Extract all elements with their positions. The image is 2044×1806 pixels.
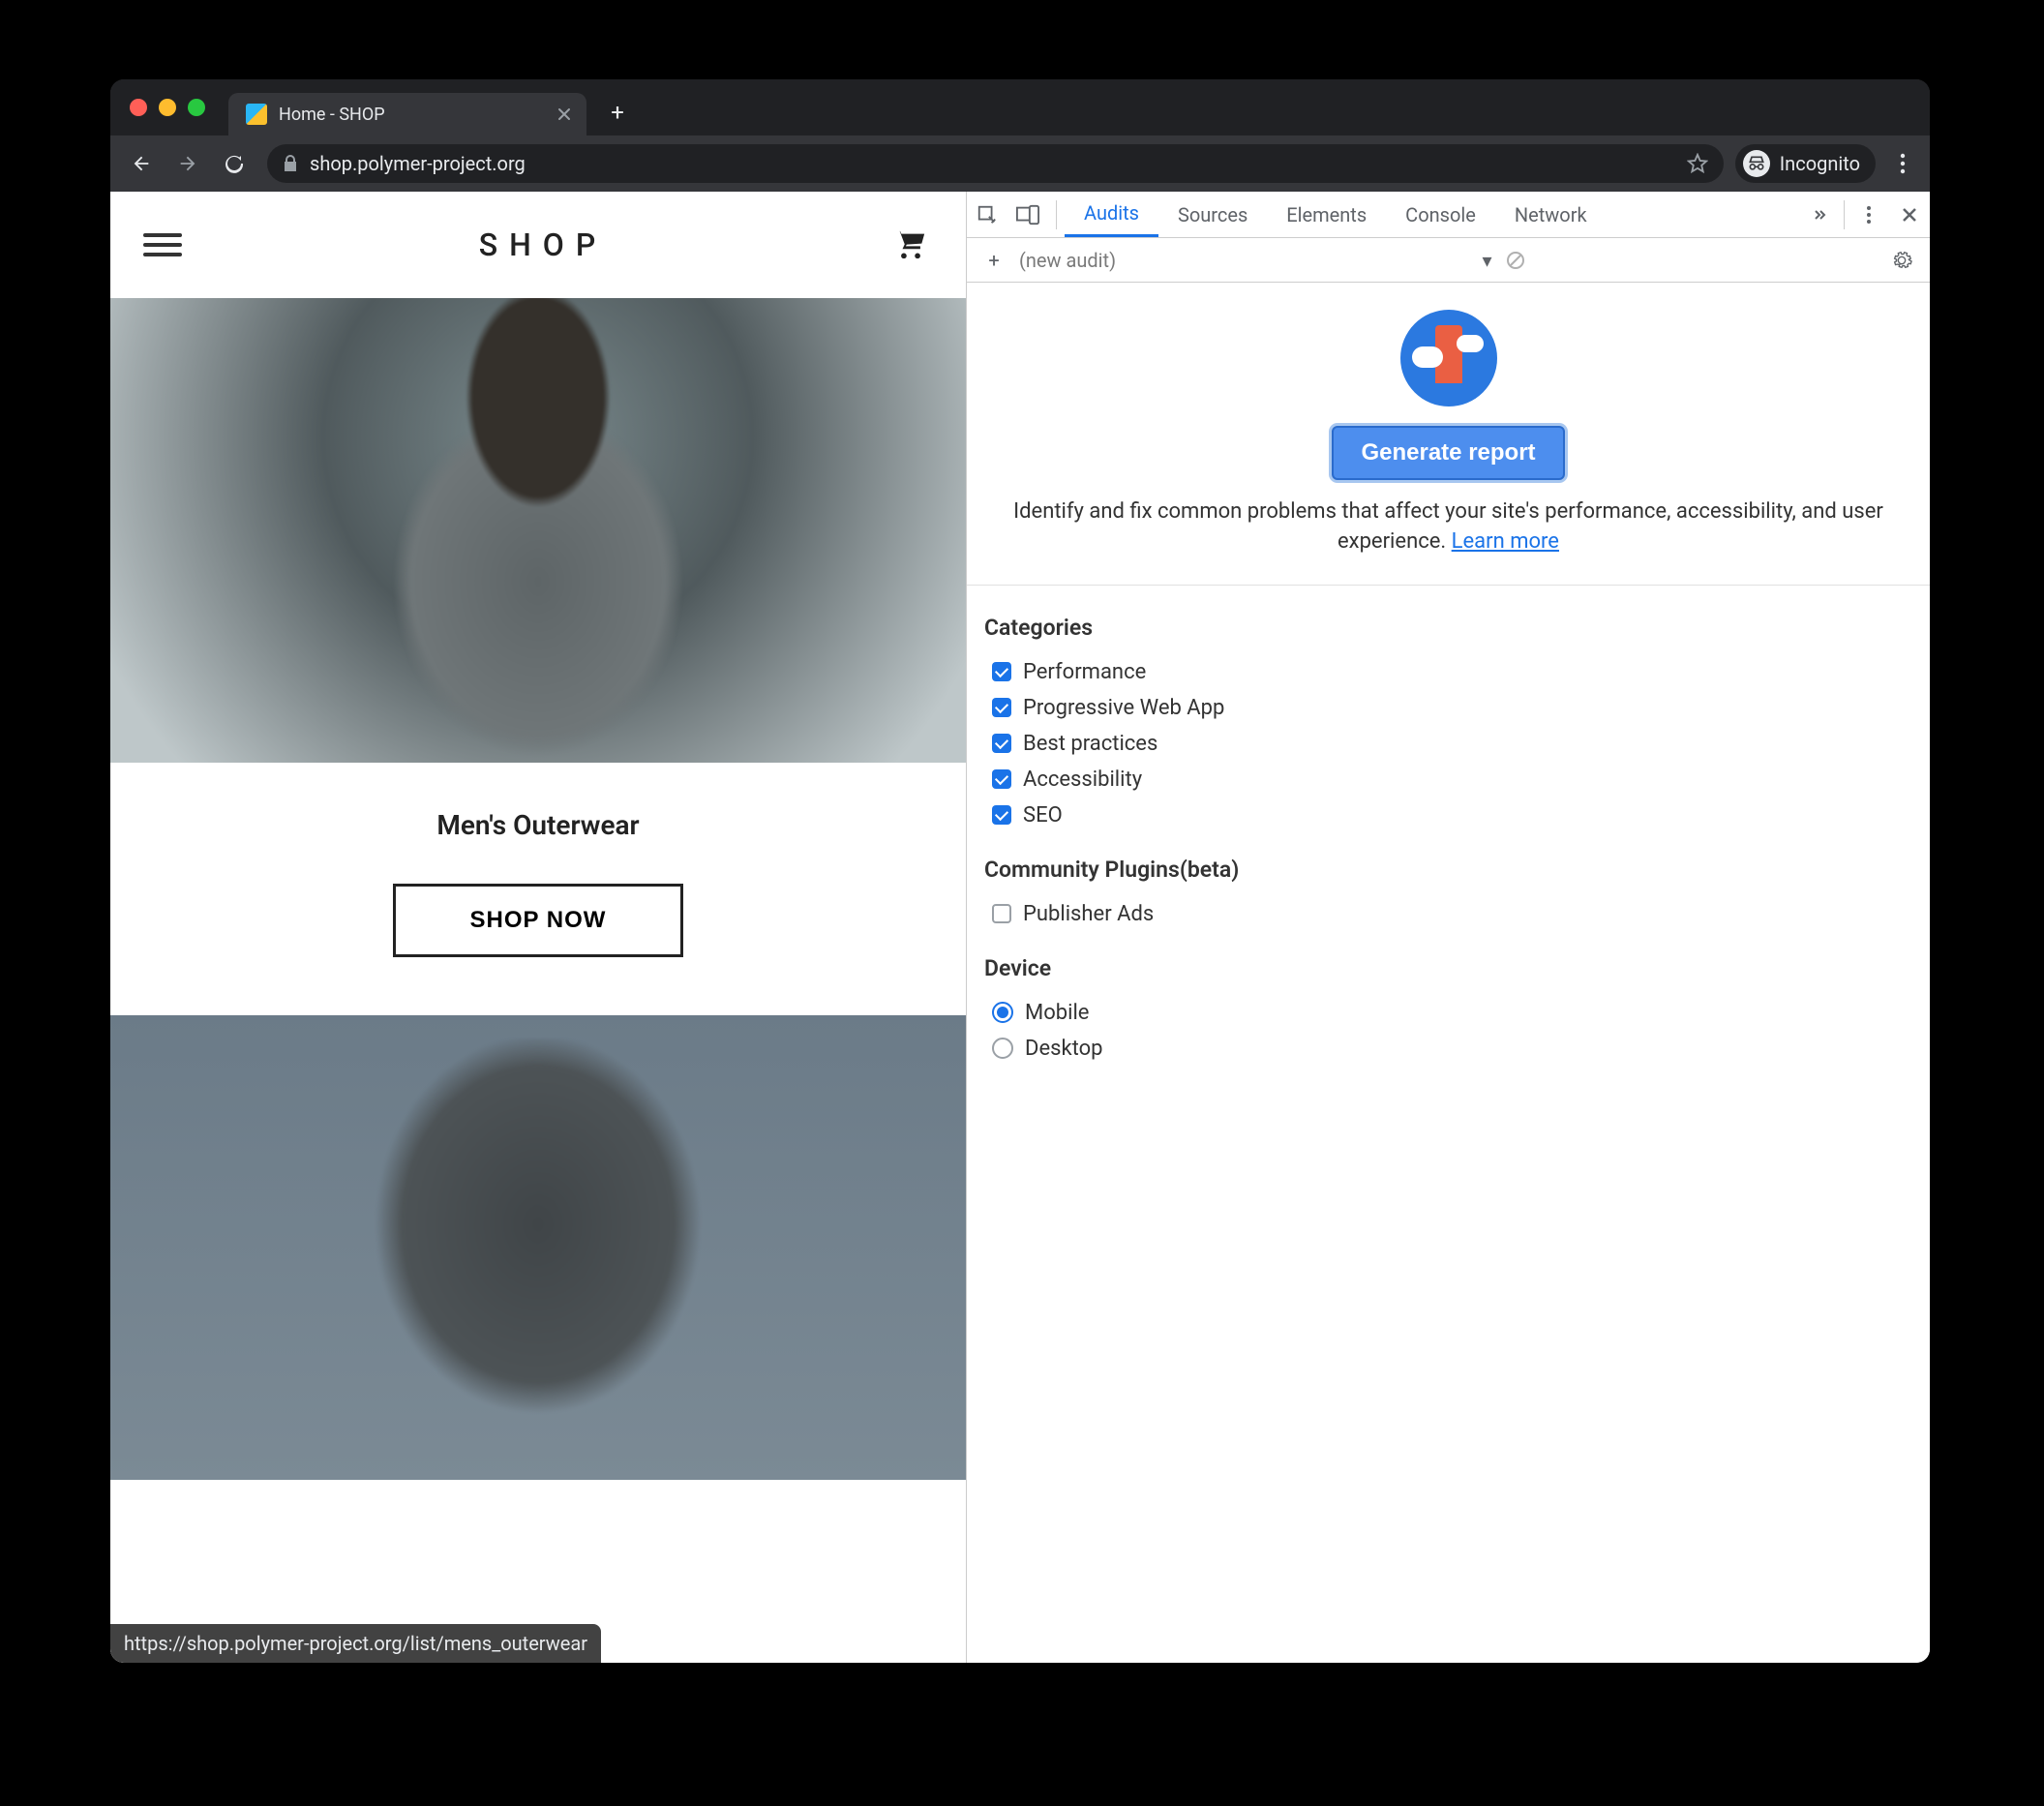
shop-logo: SHOP bbox=[469, 226, 608, 263]
tab-elements[interactable]: Elements bbox=[1267, 192, 1386, 237]
radio-mobile[interactable]: Mobile bbox=[984, 995, 1912, 1031]
plugins-heading: Community Plugins(beta) bbox=[984, 857, 1912, 883]
tab-console[interactable]: Console bbox=[1386, 192, 1495, 237]
checkbox-label: Publisher Ads bbox=[1023, 902, 1154, 926]
browser-menu-button[interactable] bbox=[1885, 146, 1920, 181]
checkbox-label: Performance bbox=[1023, 660, 1146, 684]
clear-audit-button[interactable] bbox=[1506, 251, 1525, 270]
close-devtools-button[interactable] bbox=[1889, 192, 1930, 238]
fullscreen-window-button[interactable] bbox=[188, 99, 205, 116]
checkbox-accessibility[interactable]: Accessibility bbox=[984, 762, 1912, 798]
audits-description-text: Identify and fix common problems that af… bbox=[1013, 499, 1883, 554]
checkbox-performance[interactable]: Performance bbox=[984, 654, 1912, 690]
generate-report-button[interactable]: Generate report bbox=[1332, 426, 1564, 480]
minimize-window-button[interactable] bbox=[159, 99, 176, 116]
audits-settings-button[interactable] bbox=[1891, 250, 1912, 271]
device-toolbar-button[interactable] bbox=[1007, 192, 1048, 238]
radio-label: Desktop bbox=[1025, 1037, 1103, 1061]
address-bar: shop.polymer-project.org Incognito bbox=[110, 135, 1930, 192]
incognito-label: Incognito bbox=[1780, 152, 1860, 175]
inspect-element-button[interactable] bbox=[967, 192, 1007, 238]
reload-button[interactable] bbox=[213, 142, 256, 185]
learn-more-link[interactable]: Learn more bbox=[1452, 529, 1559, 554]
shop-header: SHOP bbox=[110, 192, 966, 298]
bookmark-star-icon[interactable] bbox=[1687, 153, 1708, 174]
checkbox-label: SEO bbox=[1023, 803, 1063, 828]
devtools-panel: Audits Sources Elements Console Network bbox=[966, 192, 1930, 1663]
checkbox-icon bbox=[992, 769, 1011, 789]
new-tab-button[interactable]: + bbox=[600, 95, 635, 130]
browser-tab[interactable]: Home - SHOP bbox=[228, 93, 586, 135]
audits-header: Generate report Identify and fix common … bbox=[967, 283, 1930, 586]
cart-button[interactable] bbox=[894, 226, 933, 264]
audit-dropdown-label[interactable]: (new audit) bbox=[1019, 249, 1116, 272]
hero-image-secondary bbox=[110, 1015, 966, 1480]
checkbox-label: Best practices bbox=[1023, 732, 1157, 756]
audits-subbar: + (new audit) ▾ bbox=[967, 238, 1930, 283]
checkbox-label: Progressive Web App bbox=[1023, 696, 1224, 720]
close-window-button[interactable] bbox=[130, 99, 147, 116]
tab-network[interactable]: Network bbox=[1495, 192, 1607, 237]
incognito-icon bbox=[1743, 150, 1770, 177]
incognito-indicator[interactable]: Incognito bbox=[1735, 144, 1876, 183]
checkbox-icon bbox=[992, 904, 1011, 923]
lock-icon bbox=[283, 154, 298, 173]
macos-window-controls bbox=[130, 99, 205, 116]
radio-icon bbox=[992, 1038, 1013, 1059]
content-area: SHOP Men's Outerwear SHOP NOW https://sh… bbox=[110, 192, 1930, 1663]
devtools-tabbar: Audits Sources Elements Console Network bbox=[967, 192, 1930, 238]
checkbox-pwa[interactable]: Progressive Web App bbox=[984, 690, 1912, 726]
forward-button[interactable] bbox=[166, 142, 209, 185]
shop-now-button[interactable]: SHOP NOW bbox=[393, 884, 683, 957]
checkbox-icon bbox=[992, 698, 1011, 717]
lighthouse-logo-icon bbox=[1400, 310, 1497, 406]
checkbox-publisher-ads[interactable]: Publisher Ads bbox=[984, 896, 1912, 932]
audits-body: Categories Performance Progressive Web A… bbox=[967, 586, 1930, 1096]
hero-image-mens-outerwear bbox=[110, 298, 966, 763]
radio-label: Mobile bbox=[1025, 1001, 1089, 1025]
tab-favicon-icon bbox=[246, 104, 267, 125]
tab-sources[interactable]: Sources bbox=[1158, 192, 1267, 237]
categories-heading: Categories bbox=[984, 615, 1912, 641]
checkbox-icon bbox=[992, 662, 1011, 681]
url-text: shop.polymer-project.org bbox=[310, 152, 526, 175]
page-viewport: SHOP Men's Outerwear SHOP NOW https://sh… bbox=[110, 192, 966, 1663]
back-button[interactable] bbox=[120, 142, 163, 185]
checkbox-best-practices[interactable]: Best practices bbox=[984, 726, 1912, 762]
tab-audits[interactable]: Audits bbox=[1065, 192, 1158, 237]
section-title: Men's Outerwear bbox=[110, 809, 966, 841]
devtools-menu-button[interactable] bbox=[1849, 192, 1889, 238]
checkbox-seo[interactable]: SEO bbox=[984, 798, 1912, 833]
omnibox[interactable]: shop.polymer-project.org bbox=[267, 144, 1724, 183]
audit-dropdown-icon[interactable]: ▾ bbox=[1483, 249, 1492, 272]
hamburger-menu-button[interactable] bbox=[143, 226, 182, 264]
tab-title: Home - SHOP bbox=[279, 105, 385, 125]
new-audit-button[interactable]: + bbox=[977, 249, 1011, 272]
status-bar-url: https://shop.polymer-project.org/list/me… bbox=[110, 1624, 601, 1663]
divider bbox=[1056, 200, 1057, 229]
more-tabs-button[interactable] bbox=[1799, 192, 1840, 238]
browser-window: Home - SHOP + shop.polymer-project.org bbox=[110, 79, 1930, 1663]
radio-icon bbox=[992, 1002, 1013, 1023]
tab-bar: Home - SHOP + bbox=[110, 79, 1930, 135]
checkbox-icon bbox=[992, 734, 1011, 753]
device-heading: Device bbox=[984, 955, 1912, 981]
radio-desktop[interactable]: Desktop bbox=[984, 1031, 1912, 1067]
close-tab-button[interactable] bbox=[556, 105, 573, 123]
audits-description: Identify and fix common problems that af… bbox=[1006, 497, 1891, 557]
checkbox-label: Accessibility bbox=[1023, 768, 1142, 792]
divider bbox=[1844, 200, 1845, 229]
checkbox-icon bbox=[992, 805, 1011, 825]
